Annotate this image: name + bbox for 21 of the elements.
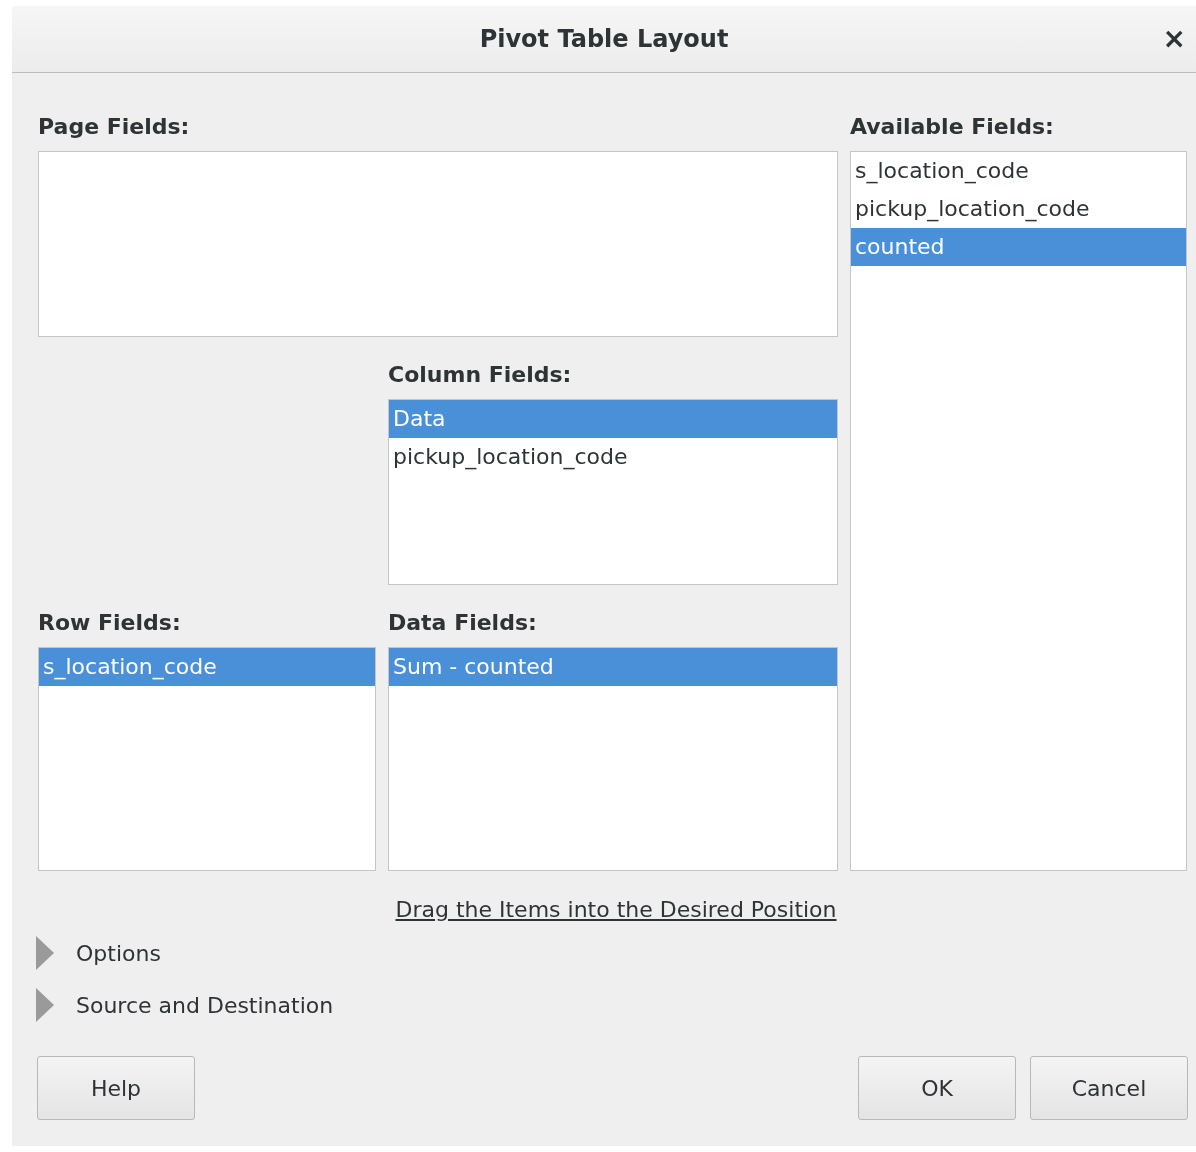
triangle-right-icon[interactable] xyxy=(36,936,54,970)
fields-list[interactable]: Data pickup_location_code xyxy=(388,399,838,585)
field-label: Page Fields: xyxy=(38,114,191,141)
field-label: Column Fields: xyxy=(388,362,573,389)
hint-link[interactable]: Drag the Items into the Desired Position xyxy=(395,897,837,922)
available-fields-list[interactable]: s_location_code pickup_location_code counted xyxy=(850,151,1187,871)
list-item[interactable]: pickup_location_code xyxy=(851,190,1186,228)
field-label: Row Fields: xyxy=(38,610,182,637)
dialog-button[interactable]: Cancel xyxy=(1030,1056,1188,1120)
list-item[interactable]: s_location_code xyxy=(851,152,1186,190)
expander-label[interactable]: Source and Destination xyxy=(76,992,334,1018)
expander-label[interactable]: Options xyxy=(76,940,161,966)
dialog-button[interactable]: OK xyxy=(858,1056,1016,1120)
triangle-right-icon[interactable] xyxy=(36,988,54,1022)
dialog-button[interactable]: Help xyxy=(37,1056,195,1120)
field-label: Available Fields: xyxy=(850,114,1055,141)
window-title: Pivot Table Layout xyxy=(479,25,729,53)
list-item[interactable]: pickup_location_code xyxy=(389,438,837,476)
close-button[interactable]: × xyxy=(1158,22,1190,55)
field-label: Data Fields: xyxy=(388,610,538,637)
page-fields-list[interactable] xyxy=(38,151,838,337)
